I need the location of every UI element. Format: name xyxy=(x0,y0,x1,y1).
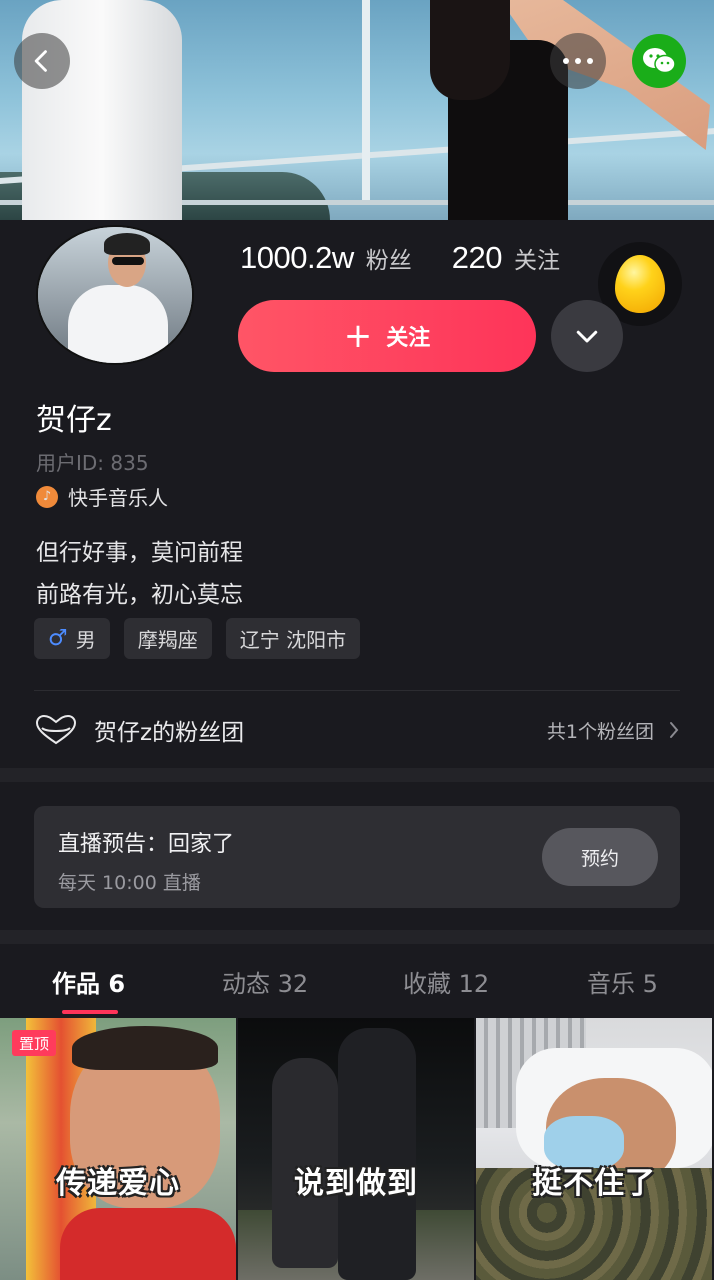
banner-figure-hair xyxy=(430,0,510,100)
tab-music[interactable]: 音乐 5 xyxy=(587,964,658,999)
section-separator-2 xyxy=(0,930,714,944)
video-caption: 说到做到 xyxy=(294,1166,418,1201)
video-thumbnail[interactable]: 置顶 传递爱心 xyxy=(0,1018,236,1280)
fans-label[interactable]: 粉丝 xyxy=(366,241,412,275)
active-tab-indicator xyxy=(62,1010,118,1014)
bio-line-2: 前路有光，初心莫忘 xyxy=(36,582,243,608)
profile-tags: ♂ 男 摩羯座 辽宁 沈阳市 xyxy=(34,618,361,659)
profile-name: 贺仔z xyxy=(36,403,112,438)
wechat-icon xyxy=(643,48,676,74)
section-separator xyxy=(0,768,714,782)
follow-button[interactable]: + 关注 xyxy=(238,300,536,372)
bio-line-1: 但行好事，莫问前程 xyxy=(36,540,243,566)
more-button[interactable] xyxy=(550,33,606,89)
divider xyxy=(34,690,680,691)
reserve-button[interactable]: 预约 xyxy=(542,828,658,886)
wechat-share-button[interactable] xyxy=(632,34,686,88)
video-thumbnail[interactable]: 挺不住了 xyxy=(476,1018,712,1280)
heart-outline-icon xyxy=(35,714,77,745)
back-button[interactable] xyxy=(14,33,70,89)
video-caption: 传递爱心 xyxy=(56,1166,180,1201)
egg-icon xyxy=(615,255,665,313)
tag-location: 辽宁 沈阳市 xyxy=(225,618,361,659)
video-caption: 挺不住了 xyxy=(532,1166,656,1201)
profile-banner xyxy=(0,0,714,220)
video-grid: 置顶 传递爱心 说到做到 挺不住了 xyxy=(0,1018,714,1280)
pinned-badge: 置顶 xyxy=(12,1030,57,1056)
live-notice-schedule: 每天 10:00 直播 xyxy=(58,872,201,894)
profile-stats: 1000.2w 粉丝 220 关注 xyxy=(240,240,560,276)
video-thumbnail[interactable]: 说到做到 xyxy=(238,1018,474,1280)
tab-favorites[interactable]: 收藏 12 xyxy=(403,964,489,999)
more-dots-icon xyxy=(563,58,593,64)
tag-zodiac-label: 摩羯座 xyxy=(137,628,198,652)
male-icon: ♂ xyxy=(48,626,68,651)
tab-works[interactable]: 作品 6 xyxy=(52,964,125,999)
following-label[interactable]: 关注 xyxy=(514,241,560,275)
music-note-icon: ♪ xyxy=(36,485,58,508)
tag-zodiac: 摩羯座 xyxy=(123,618,212,659)
fan-club-row[interactable]: 贺仔z的粉丝团 共1个粉丝团 xyxy=(34,708,680,752)
musician-badge-label: 快手音乐人 xyxy=(68,486,168,510)
follow-label: 关注 xyxy=(386,326,431,351)
following-count[interactable]: 220 xyxy=(452,240,503,276)
musician-badge[interactable]: ♪ 快手音乐人 xyxy=(36,482,168,511)
live-notice-card[interactable]: 直播预告：回家了 每天 10:00 直播 预约 xyxy=(34,806,680,908)
user-id[interactable]: 用户ID: 835 xyxy=(36,447,149,476)
chevron-down-icon xyxy=(576,330,598,343)
live-notice-title: 直播预告：回家了 xyxy=(58,832,235,857)
tag-location-label: 辽宁 沈阳市 xyxy=(239,628,347,652)
fan-club-count-text: 共1个粉丝团 xyxy=(546,720,654,743)
avatar[interactable] xyxy=(36,225,194,365)
tag-gender: ♂ 男 xyxy=(34,618,110,659)
tag-gender-label: 男 xyxy=(75,628,96,652)
fans-count[interactable]: 1000.2w xyxy=(240,240,354,276)
chevron-right-icon xyxy=(670,722,679,738)
fan-club-label: 贺仔z的粉丝团 xyxy=(94,720,245,746)
content-tabs: 作品 6 动态 32 收藏 12 音乐 5 xyxy=(0,950,714,1016)
fan-club-count[interactable]: 共1个粉丝团 xyxy=(547,717,680,744)
plus-icon: + xyxy=(343,316,373,356)
recommend-dropdown-button[interactable] xyxy=(551,300,623,372)
banner-mast xyxy=(362,0,370,200)
tab-moments[interactable]: 动态 32 xyxy=(222,964,308,999)
chevron-left-icon xyxy=(34,50,47,72)
